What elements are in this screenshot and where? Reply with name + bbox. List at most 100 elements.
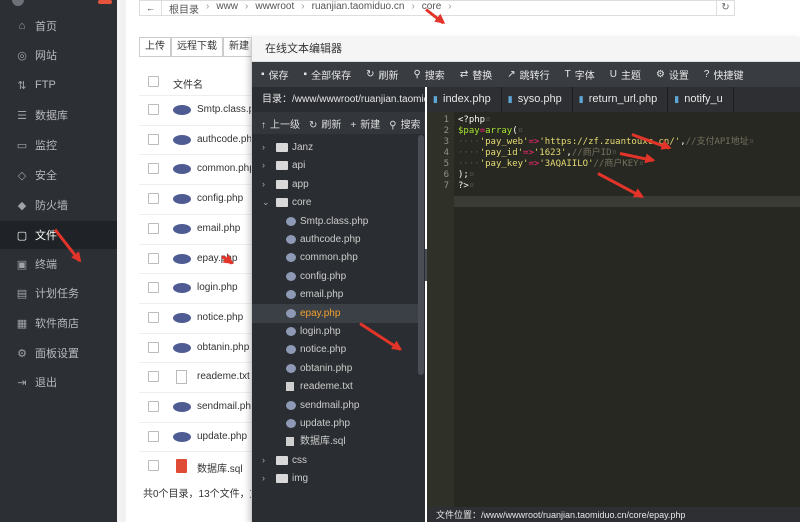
file-name[interactable]: sendmail.php	[197, 401, 256, 412]
row-checkbox[interactable]	[148, 282, 159, 294]
toolbar-goto-line-button[interactable]: ↗ 跳转行	[507, 67, 549, 82]
breadcrumb-segment[interactable]: www	[216, 1, 238, 16]
file-row[interactable]: config.php	[139, 184, 269, 212]
sidebar-item[interactable]: ◆ 防火墙	[0, 191, 117, 219]
code-line[interactable]: <?php¤	[458, 115, 491, 126]
code-editor[interactable]: ▮ index.php ▮ syso.php ▮ return_url.php ▮ notif…	[427, 87, 800, 522]
code-line[interactable]: $pay=array(¤	[458, 126, 523, 137]
tree-folder[interactable]: › api	[252, 156, 418, 175]
file-name[interactable]: authcode.php	[197, 134, 258, 145]
tree-tool-button[interactable]: ↻ 刷新	[309, 116, 341, 131]
editor-title[interactable]: 在线文本编辑器	[252, 37, 800, 62]
tree-file[interactable]: update.php	[252, 414, 418, 433]
breadcrumb-segment[interactable]: wwwroot	[255, 1, 294, 16]
sidebar-item[interactable]: ☰ 数据库	[0, 101, 117, 129]
tree-file[interactable]: obtanin.php	[252, 359, 418, 378]
tree-file[interactable]: epay.php	[252, 303, 418, 323]
toolbar-replace-button[interactable]: ⇄ 替换	[460, 67, 492, 82]
tree-tool-button[interactable]: ↑ 上一级	[261, 116, 300, 131]
sidebar-item[interactable]: ⇥ 退出	[0, 368, 117, 396]
new-button[interactable]: 新建	[223, 37, 254, 57]
select-all-checkbox[interactable]	[148, 76, 159, 87]
editor-tab[interactable]: ▮ return_url.php	[573, 87, 669, 112]
tree-tool-button[interactable]: + 新建	[350, 116, 380, 131]
sidebar-item[interactable]: ⇅ FTP	[0, 71, 117, 99]
file-row[interactable]: update.php	[139, 421, 269, 450]
file-row[interactable]: epay.php	[139, 243, 269, 272]
editor-tab[interactable]: ▮ syso.php	[502, 87, 573, 112]
toolbar-save-all-button[interactable]: ▪ 全部保存	[304, 67, 352, 82]
tree-file[interactable]: reademe.txt	[252, 377, 418, 396]
sidebar-item[interactable]: ◇ 安全	[0, 161, 117, 189]
file-row[interactable]: login.php	[139, 273, 269, 301]
toolbar-save-button[interactable]: ▪ 保存	[261, 67, 289, 82]
upload-button[interactable]: 上传	[139, 37, 171, 57]
file-row[interactable]: 数据库.sql	[139, 451, 269, 479]
code-line[interactable]: ····'pay_id'=>'1623',//商户ID¤	[458, 148, 617, 159]
row-checkbox[interactable]	[148, 222, 159, 234]
file-row[interactable]: Smtp.class.php	[139, 95, 269, 123]
sidebar-item[interactable]: ◎ 网站	[0, 41, 117, 69]
tree-file[interactable]: authcode.php	[252, 230, 418, 249]
tree-file[interactable]: Smtp.class.php	[252, 212, 418, 231]
row-checkbox[interactable]	[148, 430, 159, 442]
tree-folder[interactable]: › Janz	[252, 138, 418, 157]
file-row[interactable]: notice.php	[139, 302, 269, 331]
row-checkbox[interactable]	[148, 460, 159, 472]
code-line[interactable]: ····'pay_key'=>'3AQAIILO'//商户KEY¤	[458, 159, 644, 170]
file-name[interactable]: common.php	[197, 163, 255, 174]
tree-file[interactable]: 数据库.sql	[252, 432, 418, 451]
file-row[interactable]: email.php	[139, 213, 269, 242]
tree-tool-button[interactable]: ⚲ 搜索	[389, 116, 420, 131]
row-checkbox[interactable]	[148, 133, 159, 145]
row-checkbox[interactable]	[148, 401, 159, 412]
tree-folder[interactable]: › css	[252, 451, 418, 470]
file-row[interactable]: sendmail.php	[139, 392, 269, 420]
row-checkbox[interactable]	[148, 104, 159, 115]
file-name[interactable]: obtanin.php	[197, 342, 249, 353]
file-name[interactable]: 数据库.sql	[197, 460, 243, 475]
sidebar-item[interactable]: ▣ 终端	[0, 250, 117, 278]
back-arrow-icon[interactable]: ←	[140, 1, 162, 15]
tree-folder[interactable]: › app	[252, 175, 418, 194]
tree-file[interactable]: common.php	[252, 248, 418, 267]
row-checkbox[interactable]	[148, 341, 159, 353]
file-name[interactable]: notice.php	[197, 312, 243, 323]
file-name[interactable]: config.php	[197, 193, 243, 204]
editor-tab[interactable]: ▮ notify_u	[668, 87, 734, 112]
sidebar-item[interactable]: ▤ 计划任务	[0, 279, 117, 307]
tree-scrollbar[interactable]	[418, 135, 424, 375]
toolbar-help-button[interactable]: ? 快捷键	[704, 67, 744, 82]
tree-file[interactable]: sendmail.php	[252, 396, 418, 415]
sidebar-item[interactable]: ⌂ 首页	[0, 12, 117, 40]
toolbar-refresh-button[interactable]: ↻ 刷新	[366, 67, 398, 82]
row-checkbox[interactable]	[148, 311, 159, 323]
row-checkbox[interactable]	[148, 163, 159, 175]
file-name[interactable]: login.php	[197, 282, 238, 293]
toolbar-gear-button[interactable]: ⚙ 设置	[656, 67, 689, 82]
path-bar[interactable]: ← 根目录 › www › wwwroot › ruanjian.taomiduo.cn › c…	[139, 0, 735, 16]
row-checkbox[interactable]	[148, 193, 159, 205]
sidebar-item[interactable]: ▭ 监控	[0, 131, 117, 159]
sidebar-item[interactable]: ⚙ 面板设置	[0, 339, 117, 367]
breadcrumb-segment[interactable]: 根目录	[169, 1, 199, 16]
remote-download-button[interactable]: 远程下载	[171, 37, 223, 57]
file-row[interactable]: obtanin.php	[139, 332, 269, 361]
file-row[interactable]: common.php	[139, 154, 269, 182]
path-refresh-icon[interactable]: ↻	[716, 1, 734, 15]
row-checkbox[interactable]	[148, 252, 159, 264]
editor-tab[interactable]: ▮ index.php	[427, 87, 502, 112]
tree-file[interactable]: login.php	[252, 322, 418, 341]
code-line[interactable]: ····'pay_web'=>'https://zf.zuantouxc.cn/…	[458, 137, 754, 148]
tree-folder[interactable]: › img	[252, 469, 418, 488]
file-name[interactable]: reademe.txt	[197, 371, 250, 382]
breadcrumb-segment[interactable]: ruanjian.taomiduo.cn	[312, 1, 405, 16]
code-line[interactable]: );¤	[458, 170, 474, 181]
sidebar-item[interactable]: ▦ 软件商店	[0, 309, 117, 337]
file-name[interactable]: email.php	[197, 223, 240, 234]
row-checkbox[interactable]	[148, 371, 159, 383]
toolbar-theme-button[interactable]: U 主题	[610, 67, 641, 82]
toolbar-search-button[interactable]: ⚲ 搜索	[413, 67, 444, 82]
toolbar-font-button[interactable]: T 字体	[565, 67, 595, 82]
tree-file[interactable]: config.php	[252, 267, 418, 286]
